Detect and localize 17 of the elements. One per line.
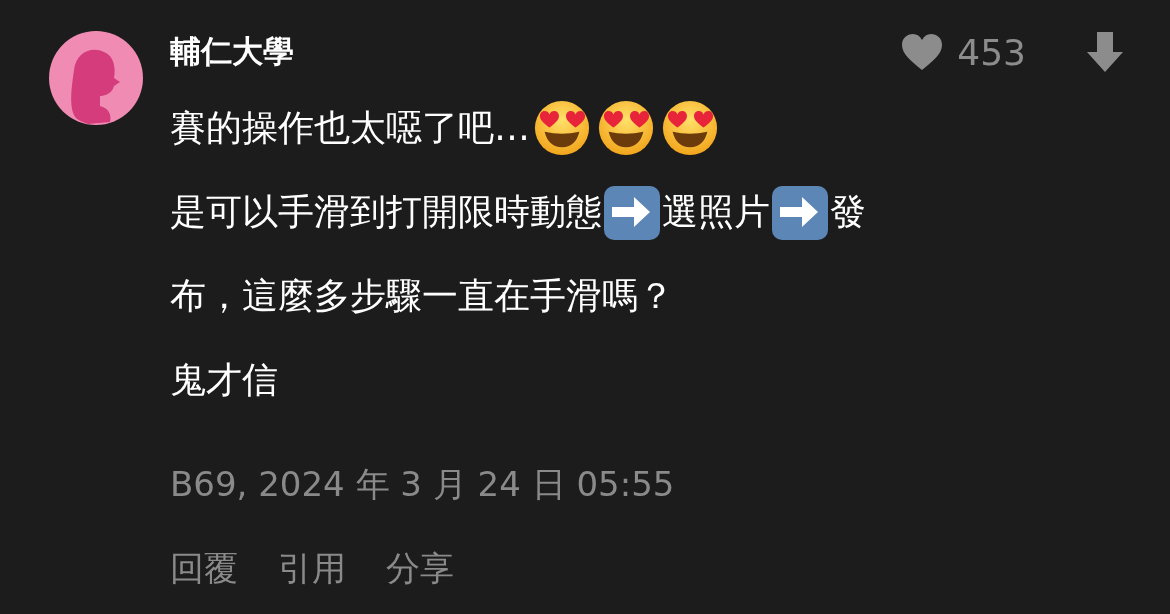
like-count: 453	[957, 31, 1026, 73]
author-name: 輔仁大學	[170, 32, 295, 71]
heart-eyes-emoji-icon	[533, 99, 591, 157]
comment-text: 賽的操作也太噁了吧…	[170, 105, 530, 150]
action-link[interactable]: 回覆	[170, 546, 238, 592]
action-link[interactable]: 引用	[278, 546, 346, 592]
down-arrow-icon[interactable]	[1086, 30, 1124, 74]
heart-eyes-emoji-icon	[597, 99, 655, 157]
heart-icon[interactable]	[901, 33, 944, 71]
post-meta: B69, 2024 年 3 月 24 日 05:55	[170, 463, 676, 506]
comment-text: 鬼才信	[170, 357, 278, 402]
comment-text: 發	[830, 189, 866, 234]
comment-text: 布，這麼多步驟一直在手滑嗎？	[170, 273, 674, 318]
heart-eyes-emoji-icon	[661, 99, 719, 157]
comment-text: 選照片	[662, 189, 770, 234]
action-link[interactable]: 分享	[386, 546, 454, 592]
comment-text: 是可以手滑到打開限時動態	[170, 189, 602, 234]
